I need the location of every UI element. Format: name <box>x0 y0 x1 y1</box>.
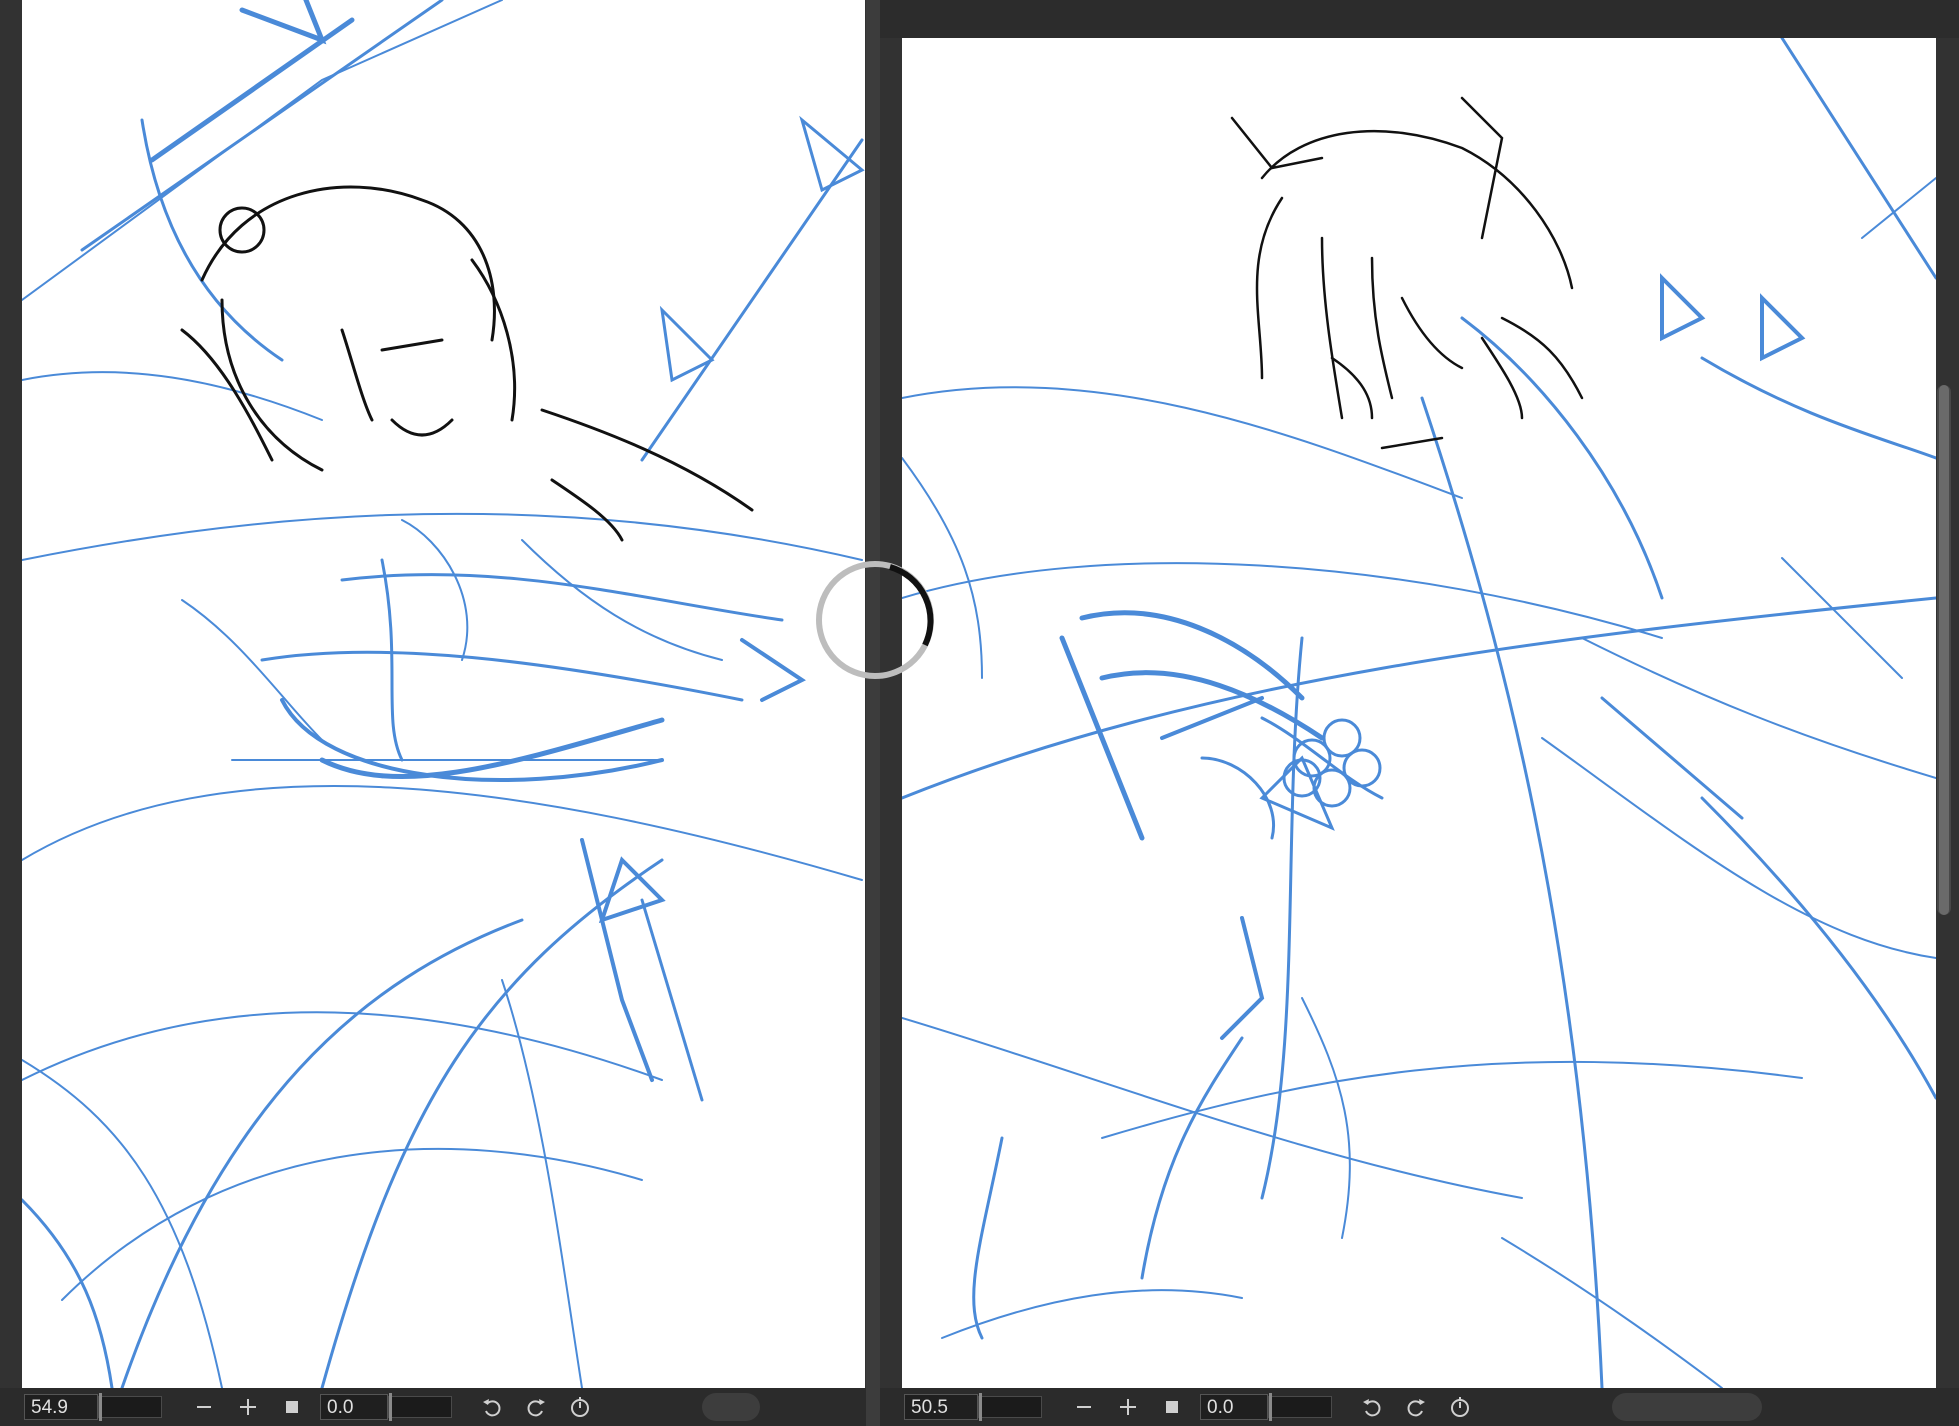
square-icon[interactable] <box>1150 1388 1194 1426</box>
left-status-bar: 54.9 0.0 <box>0 1388 880 1426</box>
rotation-value-field[interactable]: 0.0 <box>320 1394 388 1420</box>
left-canvas-view: 54.9 0.0 <box>0 0 882 1426</box>
plus-icon[interactable] <box>226 1388 270 1426</box>
left-canvas[interactable] <box>22 0 865 1388</box>
reset-rotation-icon[interactable] <box>1438 1388 1482 1426</box>
rotate-ccw-icon[interactable] <box>470 1388 514 1426</box>
rotation-value-field[interactable]: 0.0 <box>1200 1394 1268 1420</box>
right-canvas[interactable] <box>902 38 1936 1388</box>
rotate-cw-icon[interactable] <box>514 1388 558 1426</box>
zoom-slider[interactable] <box>98 1393 162 1421</box>
right-horizontal-scroll-thumb[interactable] <box>1612 1393 1762 1421</box>
right-top-bar <box>880 0 1959 38</box>
rotate-cw-icon[interactable] <box>1394 1388 1438 1426</box>
right-canvas-view: 50.5 0.0 <box>880 0 1959 1426</box>
zoom-value-field[interactable]: 54.9 <box>24 1394 98 1420</box>
right-vertical-scrollbar[interactable] <box>1937 385 1951 915</box>
minus-icon[interactable] <box>1062 1388 1106 1426</box>
zoom-value-field[interactable]: 50.5 <box>904 1394 978 1420</box>
right-status-bar: 50.5 0.0 <box>880 1388 1959 1426</box>
zoom-slider[interactable] <box>978 1393 1042 1421</box>
left-horizontal-scroll-thumb[interactable] <box>702 1393 760 1421</box>
rotate-ccw-icon[interactable] <box>1350 1388 1394 1426</box>
left-sketch-artwork <box>22 0 865 1388</box>
rotation-ring-icon <box>816 561 934 679</box>
minus-icon[interactable] <box>182 1388 226 1426</box>
square-icon[interactable] <box>270 1388 314 1426</box>
rotation-slider[interactable] <box>1268 1393 1332 1421</box>
right-sketch-artwork <box>902 38 1936 1388</box>
rotation-slider[interactable] <box>388 1393 452 1421</box>
reset-rotation-icon[interactable] <box>558 1388 602 1426</box>
plus-icon[interactable] <box>1106 1388 1150 1426</box>
